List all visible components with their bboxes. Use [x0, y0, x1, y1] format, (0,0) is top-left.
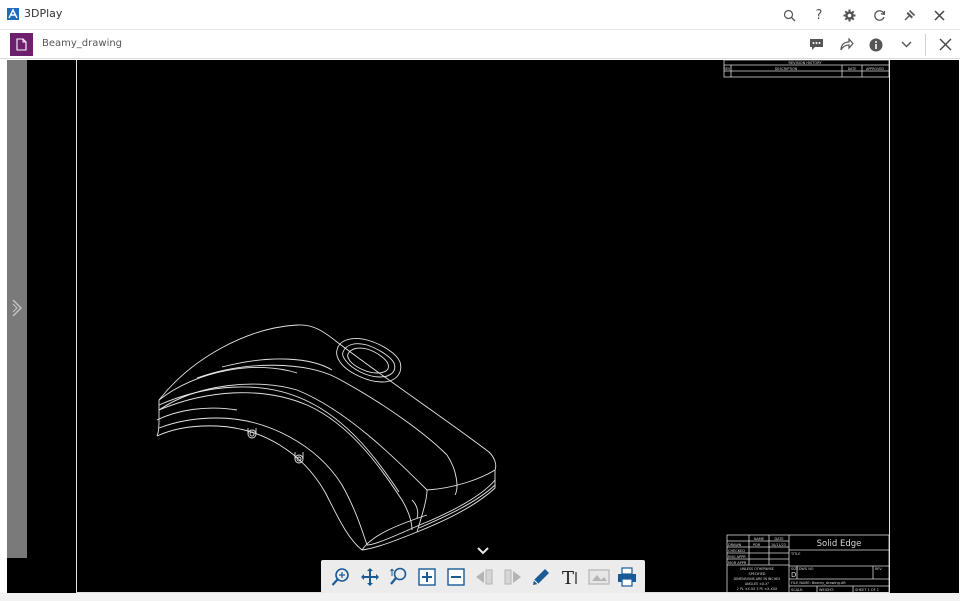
share-icon[interactable]: [831, 30, 861, 59]
toolbar-divider: [925, 33, 926, 56]
drawn-by-value: PDR: [753, 543, 761, 547]
zoom-out-icon[interactable]: [441, 562, 470, 592]
tolerance-line-4: ANGLES ±X.X°: [745, 582, 770, 586]
document-bar: Beamy_drawing: [0, 30, 960, 59]
markup-pen-icon[interactable]: [527, 562, 556, 592]
drawn-label: DRAWN: [728, 543, 742, 547]
help-icon[interactable]: ?: [804, 4, 834, 26]
help-glyph: ?: [815, 7, 823, 23]
scale-label: SCALE:: [791, 588, 803, 592]
comment-icon[interactable]: [801, 30, 831, 59]
viewer-toolbar: T: [321, 560, 645, 593]
previous-sheet-icon[interactable]: [470, 562, 499, 592]
app-titlebar: 3DPlay ?: [0, 0, 960, 30]
revision-history-label: REVISION HISTORY: [789, 61, 823, 65]
file-name: FILE NAME: Beamy_drawing.dft: [791, 581, 846, 585]
solid-edge-brand: Solid Edge: [817, 539, 862, 549]
drawn-date-value: 10/11/23: [771, 543, 786, 547]
date-header: DATE: [848, 67, 857, 71]
tolerance-line-5: 2 PL ±X.XX 3 PL ±X.XXX: [737, 587, 778, 591]
image-icon[interactable]: [584, 562, 613, 592]
rev-header: REV: [724, 67, 731, 71]
text-tool-icon[interactable]: T: [556, 562, 585, 592]
zoom-icon[interactable]: [384, 562, 413, 592]
close-document-icon[interactable]: [930, 30, 960, 59]
refresh-icon[interactable]: [864, 4, 894, 26]
description-header: DESCRIPTION: [775, 67, 798, 71]
close-icon[interactable]: [924, 4, 954, 26]
tolerance-line-3: DIMENSIONS ARE IN INCHES: [734, 577, 781, 581]
pin-icon[interactable]: [894, 4, 924, 26]
zoom-in-icon[interactable]: [413, 562, 442, 592]
mgr-appr-label: MGR APPR: [728, 561, 747, 565]
checked-label: CHECKED: [728, 549, 745, 553]
zoom-area-icon[interactable]: [327, 562, 356, 592]
weight-label: WEIGHT:: [819, 588, 834, 592]
text-tool-glyph: T: [562, 568, 574, 587]
status-strip: [0, 593, 960, 601]
next-sheet-icon[interactable]: [499, 562, 528, 592]
rev-label: REV: [875, 567, 882, 571]
toolbar-toggle-icon[interactable]: [476, 545, 490, 557]
document-title: Beamy_drawing: [42, 38, 123, 49]
tolerance-line-2: SPECIFIED: [749, 572, 766, 576]
approved-header: APPROVED: [866, 67, 884, 71]
part-drawing-view: [156, 324, 497, 551]
app-title: 3DPlay: [24, 7, 63, 20]
search-icon[interactable]: [774, 4, 804, 26]
drawing-canvas: REVISION HISTORY REV DESCRIPTION DATE AP…: [156, 60, 890, 593]
sheet-label: SHEET 1 OF 1: [855, 588, 879, 592]
name-header: NAME: [754, 537, 764, 541]
print-icon[interactable]: [613, 562, 642, 592]
date-col-header: DATE: [774, 537, 783, 541]
size-value: D: [791, 571, 796, 579]
document-icon[interactable]: [10, 33, 33, 56]
app-logo-icon: [7, 8, 19, 20]
settings-icon[interactable]: [834, 4, 864, 26]
drawing-viewer[interactable]: REVISION HISTORY REV DESCRIPTION DATE AP…: [7, 60, 959, 593]
info-icon[interactable]: [861, 30, 891, 59]
chevron-down-icon[interactable]: [891, 30, 921, 59]
title-label: TITLE: [790, 552, 800, 556]
pan-icon[interactable]: [356, 562, 385, 592]
tolerance-line-1: UNLESS OTHERWISE: [740, 567, 774, 571]
dwg-no-label: DWG NO: [799, 567, 814, 571]
eng-appr-label: ENG APPR: [728, 555, 746, 559]
